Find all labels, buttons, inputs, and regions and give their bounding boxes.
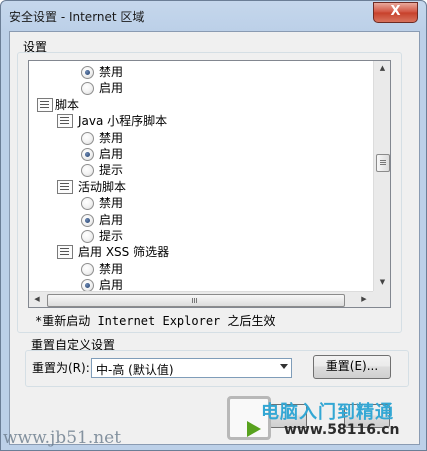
radio-unchecked-icon[interactable]	[81, 230, 94, 243]
window-title: 安全设置 - Internet 区域	[9, 10, 145, 24]
tree-item-label: 活动脚本	[78, 180, 127, 194]
settings-tree-content: 禁用 启用 脚本 Java 小程序脚本 禁用 启用 提示 活动脚本 禁用 启用 提示 启用 XSS 筛…	[29, 61, 373, 291]
tree-item-label: 提示	[99, 229, 124, 243]
radio-unchecked-icon[interactable]	[81, 164, 94, 177]
tree-item-label: 禁用	[99, 65, 124, 79]
tree-item-label: 启用	[99, 213, 124, 227]
radio-unchecked-icon[interactable]	[81, 263, 94, 276]
scroll-down-arrow-icon[interactable]: ▼	[374, 275, 390, 291]
radio-option[interactable]: 禁用	[29, 195, 373, 211]
tree-item-label: 禁用	[99, 196, 124, 210]
tree-category: 脚本	[29, 97, 373, 113]
radio-checked-icon[interactable]	[81, 148, 94, 161]
tree-item-label: 脚本	[55, 98, 80, 112]
settings-tree[interactable]: 禁用 启用 脚本 Java 小程序脚本 禁用 启用 提示 活动脚本 禁用 启用 提示 启用 XSS 筛…	[28, 60, 391, 308]
horizontal-scrollbar[interactable]: ◀ ▶	[29, 291, 373, 307]
radio-option[interactable]: 启用	[29, 146, 373, 162]
vertical-scrollbar[interactable]: ▲ ▼	[373, 61, 390, 291]
tree-subcategory: 活动脚本	[29, 179, 373, 195]
tree-subcategory: 启用 XSS 筛选器	[29, 244, 373, 260]
settings-node-icon	[57, 114, 73, 128]
radio-option[interactable]: 禁用	[29, 130, 373, 146]
tree-subcategory: Java 小程序脚本	[29, 113, 373, 129]
scroll-right-arrow-icon[interactable]: ▶	[356, 292, 372, 307]
reset-level-value: 中-高 (默认值)	[96, 363, 174, 377]
reset-to-label: 重置为(R):	[32, 361, 90, 375]
radio-checked-icon[interactable]	[81, 214, 94, 227]
close-button[interactable]: X	[373, 2, 418, 23]
radio-option[interactable]: 禁用	[29, 261, 373, 277]
horizontal-scroll-thumb[interactable]	[47, 294, 345, 307]
reset-button[interactable]: 重置(E)...	[313, 355, 391, 379]
tree-item-label: 启用	[99, 81, 124, 95]
vertical-scroll-thumb[interactable]	[376, 154, 390, 172]
radio-unchecked-icon[interactable]	[81, 82, 94, 95]
scrollbar-corner	[373, 291, 390, 307]
radio-option[interactable]: 禁用	[29, 64, 373, 80]
watermark-url: www.58116.cn	[284, 422, 400, 438]
radio-checked-icon[interactable]	[81, 279, 94, 291]
reset-level-select[interactable]: 中-高 (默认值)	[91, 358, 292, 378]
settings-node-icon	[57, 245, 73, 259]
radio-checked-icon[interactable]	[81, 66, 94, 79]
watermark-jb51: www.jb51.net	[3, 428, 122, 448]
watermark-title: 电脑入门到精通	[261, 402, 394, 423]
tree-item-label: 禁用	[99, 262, 124, 276]
tree-item-label: 启用	[99, 147, 124, 161]
radio-option[interactable]: 提示	[29, 162, 373, 178]
tree-item-label: 启用	[99, 278, 124, 291]
radio-unchecked-icon[interactable]	[81, 132, 94, 145]
security-settings-dialog: 安全设置 - Internet 区域 X 设置 禁用 启用 脚本 Java 小程序脚本…	[0, 0, 427, 451]
tree-item-label: Java 小程序脚本	[78, 114, 168, 128]
radio-option[interactable]: 启用	[29, 277, 373, 291]
chevron-down-icon	[280, 364, 288, 369]
watermark-58116: 电脑入门到精通 www.58116.cn	[221, 394, 421, 442]
scroll-up-arrow-icon[interactable]: ▲	[374, 61, 390, 77]
restart-note: *重新启动 Internet Explorer 之后生效	[35, 314, 276, 328]
radio-unchecked-icon[interactable]	[81, 197, 94, 210]
scroll-left-arrow-icon[interactable]: ◀	[29, 292, 45, 307]
settings-node-icon	[57, 180, 73, 194]
tree-item-label: 启用 XSS 筛选器	[78, 245, 170, 259]
radio-option[interactable]: 启用	[29, 212, 373, 228]
tree-item-label: 提示	[99, 163, 124, 177]
radio-option[interactable]: 启用	[29, 80, 373, 96]
title-bar: 安全设置 - Internet 区域 X	[1, 1, 426, 31]
settings-node-icon	[37, 98, 53, 112]
tree-item-label: 禁用	[99, 131, 124, 145]
radio-option[interactable]: 提示	[29, 228, 373, 244]
